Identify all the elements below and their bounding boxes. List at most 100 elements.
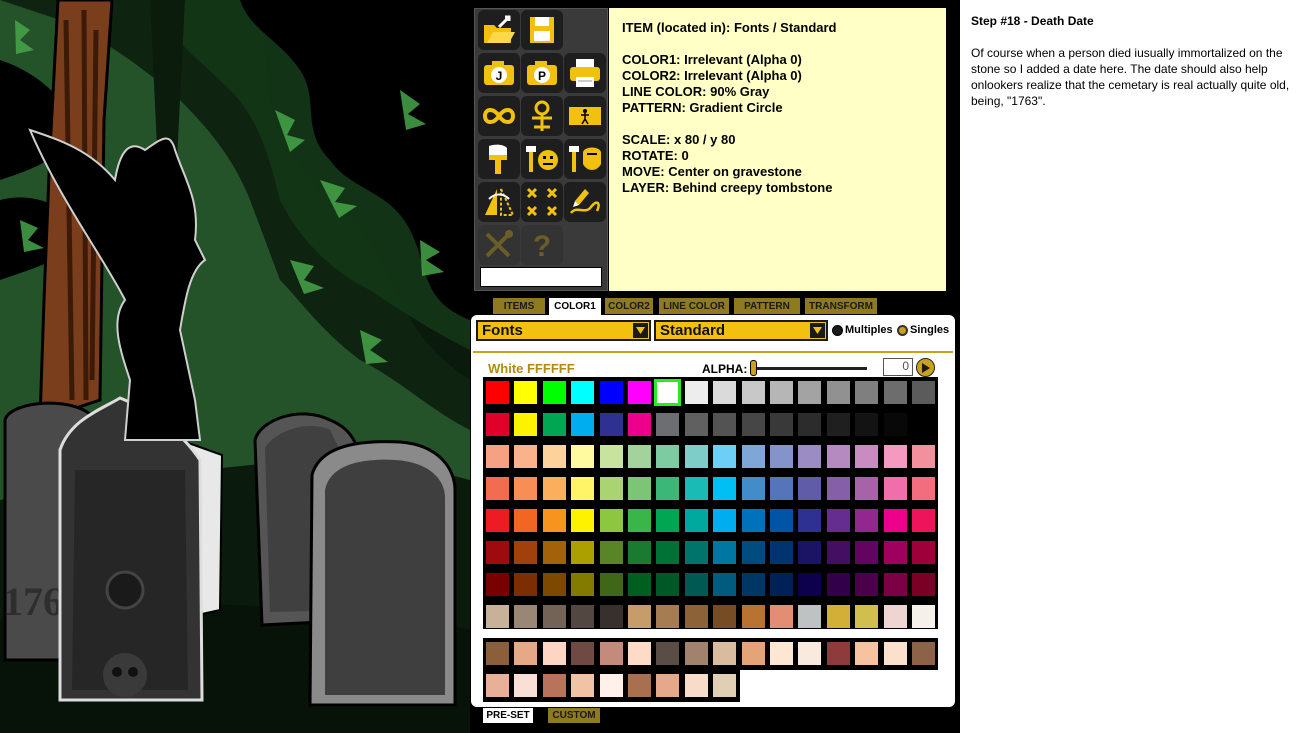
color-swatch[interactable] [514, 605, 538, 628]
color-swatch[interactable] [542, 381, 566, 404]
preset-color-swatch[interactable] [656, 674, 680, 697]
color-swatch[interactable] [741, 573, 765, 596]
color-swatch[interactable] [912, 413, 935, 436]
color-swatch[interactable] [571, 445, 595, 468]
color-swatch[interactable] [542, 573, 566, 596]
mirror-flip-button[interactable] [478, 182, 520, 222]
color-swatch[interactable] [571, 509, 595, 532]
color-swatch[interactable] [713, 445, 737, 468]
color-swatch[interactable] [826, 477, 850, 500]
preset-color-swatch[interactable] [514, 642, 538, 665]
preset-color-swatch[interactable] [883, 642, 907, 665]
color-swatch[interactable] [798, 509, 822, 532]
color-swatch[interactable] [599, 413, 623, 436]
cross-out-button[interactable] [521, 182, 563, 222]
color-swatch[interactable] [798, 573, 822, 596]
color-swatch[interactable] [855, 413, 879, 436]
subcategory-dropdown[interactable]: Standard [654, 320, 828, 341]
tab-line-color[interactable]: LINE COLOR [659, 298, 729, 314]
preset-color-swatch[interactable] [628, 642, 651, 665]
preset-color-swatch[interactable] [542, 674, 566, 697]
color-swatch[interactable] [741, 477, 765, 500]
color-swatch[interactable] [883, 477, 907, 500]
color-swatch[interactable] [571, 605, 595, 628]
color-swatch[interactable] [486, 509, 509, 532]
color-swatch[interactable] [741, 381, 765, 404]
color-swatch[interactable] [741, 509, 765, 532]
color-swatch[interactable] [855, 477, 879, 500]
color-swatch[interactable] [599, 509, 623, 532]
color-swatch[interactable] [571, 477, 595, 500]
color-swatch[interactable] [713, 413, 737, 436]
color-swatch[interactable] [798, 605, 822, 628]
color-swatch[interactable] [628, 541, 651, 564]
print-button[interactable] [564, 53, 606, 93]
color-swatch[interactable] [855, 541, 879, 564]
color-swatch[interactable] [713, 477, 737, 500]
face-brush-button[interactable] [521, 139, 563, 179]
color-swatch[interactable] [826, 445, 850, 468]
tab-pattern[interactable]: PATTERN [734, 298, 800, 314]
color-swatch[interactable] [826, 381, 850, 404]
preset-color-swatch[interactable] [571, 674, 595, 697]
color-swatch[interactable] [599, 445, 623, 468]
category-dropdown[interactable]: Fonts [476, 320, 651, 341]
preset-color-swatch[interactable] [741, 642, 765, 665]
tab-color2[interactable]: COLOR2 [605, 298, 653, 314]
preset-color-swatch[interactable] [798, 642, 822, 665]
infinity-button[interactable] [478, 96, 520, 136]
color-swatch[interactable] [684, 541, 708, 564]
preset-color-swatch[interactable] [486, 674, 509, 697]
color-swatch[interactable] [770, 381, 793, 404]
color-swatch[interactable] [741, 445, 765, 468]
preset-color-swatch[interactable] [912, 642, 935, 665]
alpha-slider-track[interactable] [751, 367, 867, 370]
color-swatch[interactable] [798, 381, 822, 404]
color-swatch[interactable] [855, 573, 879, 596]
color-swatch[interactable] [713, 605, 737, 628]
preset-color-swatch[interactable] [713, 674, 737, 697]
color-swatch[interactable] [770, 541, 793, 564]
alpha-apply-button[interactable] [916, 358, 935, 377]
color-swatch[interactable] [855, 509, 879, 532]
color-swatch[interactable] [571, 541, 595, 564]
color-swatch[interactable] [826, 413, 850, 436]
figure-card-button[interactable] [564, 96, 606, 136]
preset-color-swatch[interactable] [855, 642, 879, 665]
color-swatch[interactable] [855, 445, 879, 468]
color-swatch[interactable] [798, 477, 822, 500]
color-swatch[interactable] [684, 605, 708, 628]
color-swatch[interactable] [770, 605, 793, 628]
color-swatch[interactable] [599, 573, 623, 596]
preset-color-swatch[interactable] [628, 674, 651, 697]
save-button[interactable] [521, 10, 563, 50]
color-swatch[interactable] [628, 509, 651, 532]
color-swatch[interactable] [912, 573, 935, 596]
color-swatch[interactable] [741, 413, 765, 436]
color-swatch[interactable] [883, 573, 907, 596]
tools-disabled-button[interactable] [478, 225, 520, 265]
color-swatch[interactable] [542, 509, 566, 532]
color-swatch[interactable] [684, 509, 708, 532]
color-swatch[interactable] [514, 381, 538, 404]
preset-color-swatch[interactable] [770, 642, 793, 665]
hair-brush-button[interactable] [564, 139, 606, 179]
color-swatch[interactable] [656, 573, 680, 596]
color-swatch[interactable] [883, 445, 907, 468]
preset-color-swatch[interactable] [656, 642, 680, 665]
color-swatch[interactable] [656, 541, 680, 564]
color-swatch[interactable] [628, 381, 651, 404]
color-swatch[interactable] [514, 541, 538, 564]
color-swatch[interactable] [770, 573, 793, 596]
color-swatch[interactable] [656, 509, 680, 532]
color-swatch[interactable] [684, 381, 708, 404]
comic-canvas[interactable]: 1763 [0, 0, 470, 733]
color-swatch[interactable] [628, 573, 651, 596]
color-swatch[interactable] [684, 573, 708, 596]
color-swatch[interactable] [571, 413, 595, 436]
color-swatch[interactable] [656, 477, 680, 500]
color-swatch[interactable] [514, 573, 538, 596]
preset-color-swatch[interactable] [684, 642, 708, 665]
singles-radio[interactable]: Singles [897, 324, 949, 336]
color-swatch[interactable] [628, 477, 651, 500]
